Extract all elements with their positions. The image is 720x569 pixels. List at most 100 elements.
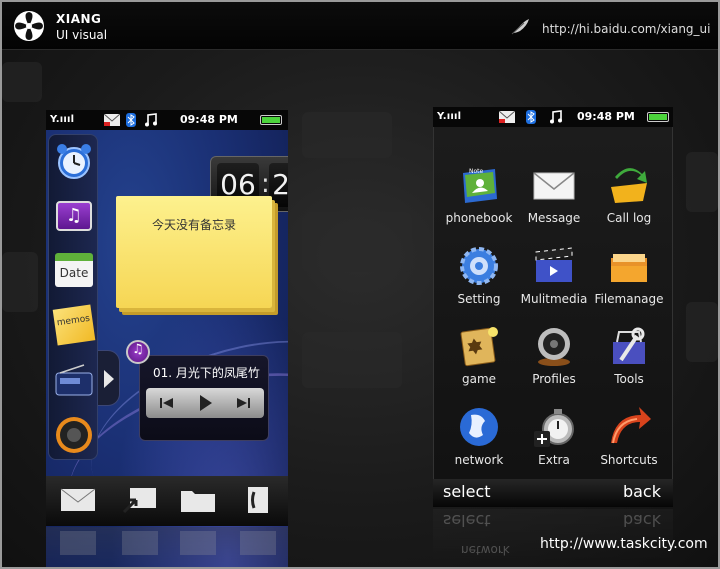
gear-icon [460, 247, 498, 285]
chevron-right-icon [104, 370, 114, 388]
memo-text: 今天没有备忘录 [151, 218, 236, 232]
envelope-icon[interactable] [60, 486, 96, 514]
envelope-icon [104, 114, 120, 126]
reflection-select: select [443, 511, 491, 530]
home-screen-phone: Y.ıııl 09:48 PM ♫ Date memos 06: 今天没有备忘… [46, 110, 288, 567]
arrow-icon[interactable] [122, 486, 158, 514]
main-menu-phone: Y.ıııl 09:48 PM Note phonebook Message C… [433, 107, 673, 565]
speaker-icon[interactable] [54, 415, 94, 455]
footer-url-link[interactable]: http://www.taskcity.com [540, 536, 708, 552]
signal-strength: Y.ıııl [50, 114, 75, 125]
app-game[interactable]: game [439, 316, 519, 396]
app-label: Filemanage [594, 292, 664, 306]
status-time: 09:48 PM [180, 113, 238, 126]
header-bar: XIANG UI visual http://hi.baidu.com/xian… [2, 2, 718, 50]
background-shape [686, 152, 718, 212]
app-network[interactable]: network [439, 397, 519, 477]
app-shortcuts[interactable]: Shortcuts [589, 397, 669, 477]
play-icon[interactable] [194, 393, 216, 413]
battery-icon [647, 112, 669, 122]
game-card-icon [460, 327, 498, 367]
background-shape [302, 332, 402, 388]
phonebook-icon: Note [463, 168, 497, 203]
background-shape [302, 212, 412, 272]
header-url-link[interactable]: http://hi.baidu.com/xiang_ui [542, 22, 710, 36]
reflection-shape [122, 531, 158, 555]
radio-icon[interactable] [54, 361, 94, 401]
reflection-back: back [622, 511, 661, 530]
app-tools[interactable]: Tools [589, 316, 669, 396]
calendar-icon[interactable]: Date [55, 253, 93, 287]
bluetooth-icon [526, 110, 536, 124]
background-shape [302, 112, 392, 158]
status-bar: Y.ıııl 09:48 PM [433, 107, 673, 127]
home-wallpaper: ♫ Date memos 06: 今天没有备忘录 01. 月光下的凤尾竹 ♫ [46, 130, 288, 567]
app-phonebook[interactable]: Note phonebook [439, 155, 519, 235]
call-log-icon [611, 168, 647, 203]
tools-icon [613, 327, 645, 364]
music-icon[interactable]: ♫ [56, 201, 92, 231]
app-label: Mulitmedia [520, 292, 588, 306]
background-shape [2, 62, 42, 102]
music-badge-icon: ♫ [126, 340, 150, 364]
app-label: Message [527, 211, 581, 225]
globe-icon [460, 408, 498, 446]
folder-icon[interactable] [180, 486, 216, 514]
app-label: Setting [457, 292, 501, 306]
reflection-shape [240, 531, 276, 555]
app-label: network [454, 453, 504, 467]
app-label: Call log [606, 211, 652, 225]
presentation-frame: XIANG UI visual http://hi.baidu.com/xian… [0, 0, 720, 569]
memo-widget[interactable]: 今天没有备忘录 [116, 196, 272, 308]
reflection-shape [60, 531, 96, 555]
app-label: Tools [614, 372, 644, 386]
bluetooth-icon [126, 113, 136, 127]
app-setting[interactable]: Setting [439, 236, 519, 316]
envelope-icon [499, 111, 515, 123]
brand-name: XIANG [56, 12, 102, 26]
memos-icon[interactable]: memos [52, 304, 96, 346]
clapperboard-icon [535, 247, 573, 282]
status-time: 09:48 PM [577, 110, 635, 123]
signal-strength: Y.ıııl [437, 111, 462, 122]
app-extra[interactable]: Extra [514, 397, 594, 477]
reflection-shape [180, 531, 216, 555]
music-note-icon [550, 110, 562, 124]
feather-icon [507, 19, 529, 39]
app-call-log[interactable]: Call log [589, 155, 669, 235]
brand-subtitle: UI visual [56, 28, 108, 42]
music-player-widget: 01. 月光下的凤尾竹 [139, 355, 269, 441]
envelope-icon [533, 172, 575, 200]
player-controls [146, 388, 264, 418]
track-title: 01. 月光下的凤尾竹 [153, 366, 260, 380]
softkey-bar: select back [433, 479, 673, 507]
alarm-clock-icon[interactable] [54, 141, 94, 181]
speaker-icon [538, 328, 570, 366]
status-bar: Y.ıııl 09:48 PM [46, 110, 288, 130]
app-label: Shortcuts [600, 453, 658, 467]
back-softkey[interactable]: back [623, 482, 661, 501]
app-multimedia[interactable]: Mulitmedia [514, 236, 594, 316]
select-softkey[interactable]: select [443, 482, 491, 501]
app-label: Profiles [532, 372, 576, 386]
app-label: game [461, 372, 497, 386]
music-note-icon [145, 113, 157, 127]
reflection [46, 527, 288, 567]
folder-icon [611, 254, 647, 282]
app-message[interactable]: Message [514, 155, 594, 235]
app-grid: Note phonebook Message Call log Setting … [433, 127, 673, 479]
phonebook-badge: Note [469, 168, 484, 175]
stopwatch-icon [534, 409, 574, 447]
reflection-network: network [461, 543, 510, 557]
app-label: phonebook [445, 211, 513, 225]
side-dock: ♫ Date memos [48, 134, 98, 460]
next-track-icon[interactable] [232, 393, 254, 413]
previous-track-icon[interactable] [156, 393, 178, 413]
dock-expand-arrow[interactable] [98, 350, 120, 406]
app-filemanage[interactable]: Filemanage [589, 236, 669, 316]
app-profiles[interactable]: Profiles [514, 316, 594, 396]
background-shape [686, 302, 718, 362]
logo-icon [14, 11, 44, 41]
phone-icon[interactable] [240, 486, 276, 514]
app-label: Extra [538, 453, 570, 467]
